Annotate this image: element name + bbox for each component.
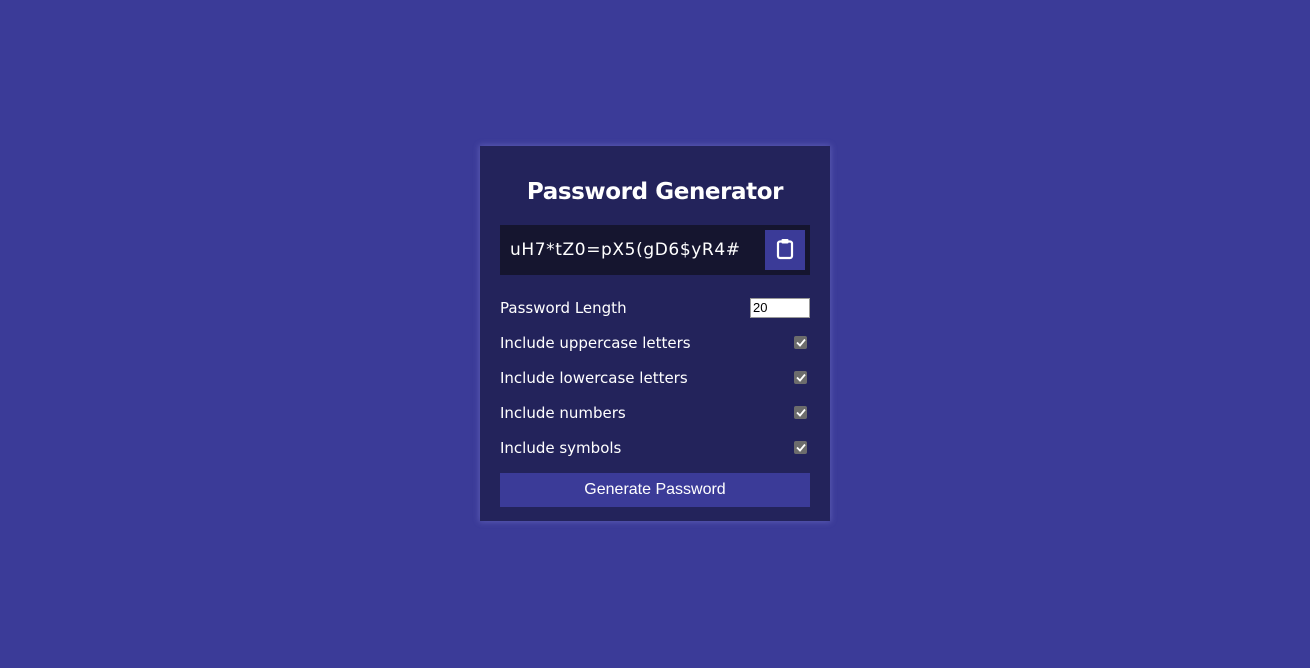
setting-numbers: Include numbers (500, 395, 810, 430)
password-result: uH7*tZ0=pX5(gD6$yR4# (510, 240, 741, 260)
setting-lowercase: Include lowercase letters (500, 360, 810, 395)
symbols-checkbox[interactable] (794, 441, 807, 454)
clipboard-icon (776, 238, 794, 263)
uppercase-label: Include uppercase letters (500, 333, 691, 352)
length-label: Password Length (500, 298, 627, 317)
numbers-label: Include numbers (500, 403, 626, 422)
length-input[interactable] (750, 297, 810, 318)
numbers-checkbox[interactable] (794, 406, 807, 419)
settings-list: Password Length Include uppercase letter… (500, 290, 810, 465)
lowercase-label: Include lowercase letters (500, 368, 688, 387)
password-generator-card: Password Generator uH7*tZ0=pX5(gD6$yR4# … (480, 146, 830, 521)
uppercase-checkbox[interactable] (794, 336, 807, 349)
generate-password-button[interactable]: Generate Password (500, 473, 810, 507)
setting-uppercase: Include uppercase letters (500, 325, 810, 360)
setting-symbols: Include symbols (500, 430, 810, 465)
password-result-container: uH7*tZ0=pX5(gD6$yR4# (500, 225, 810, 275)
symbols-label: Include symbols (500, 438, 622, 457)
lowercase-checkbox[interactable] (794, 371, 807, 384)
copy-to-clipboard-button[interactable] (765, 230, 805, 270)
page-title: Password Generator (526, 179, 784, 205)
setting-length: Password Length (500, 290, 810, 325)
